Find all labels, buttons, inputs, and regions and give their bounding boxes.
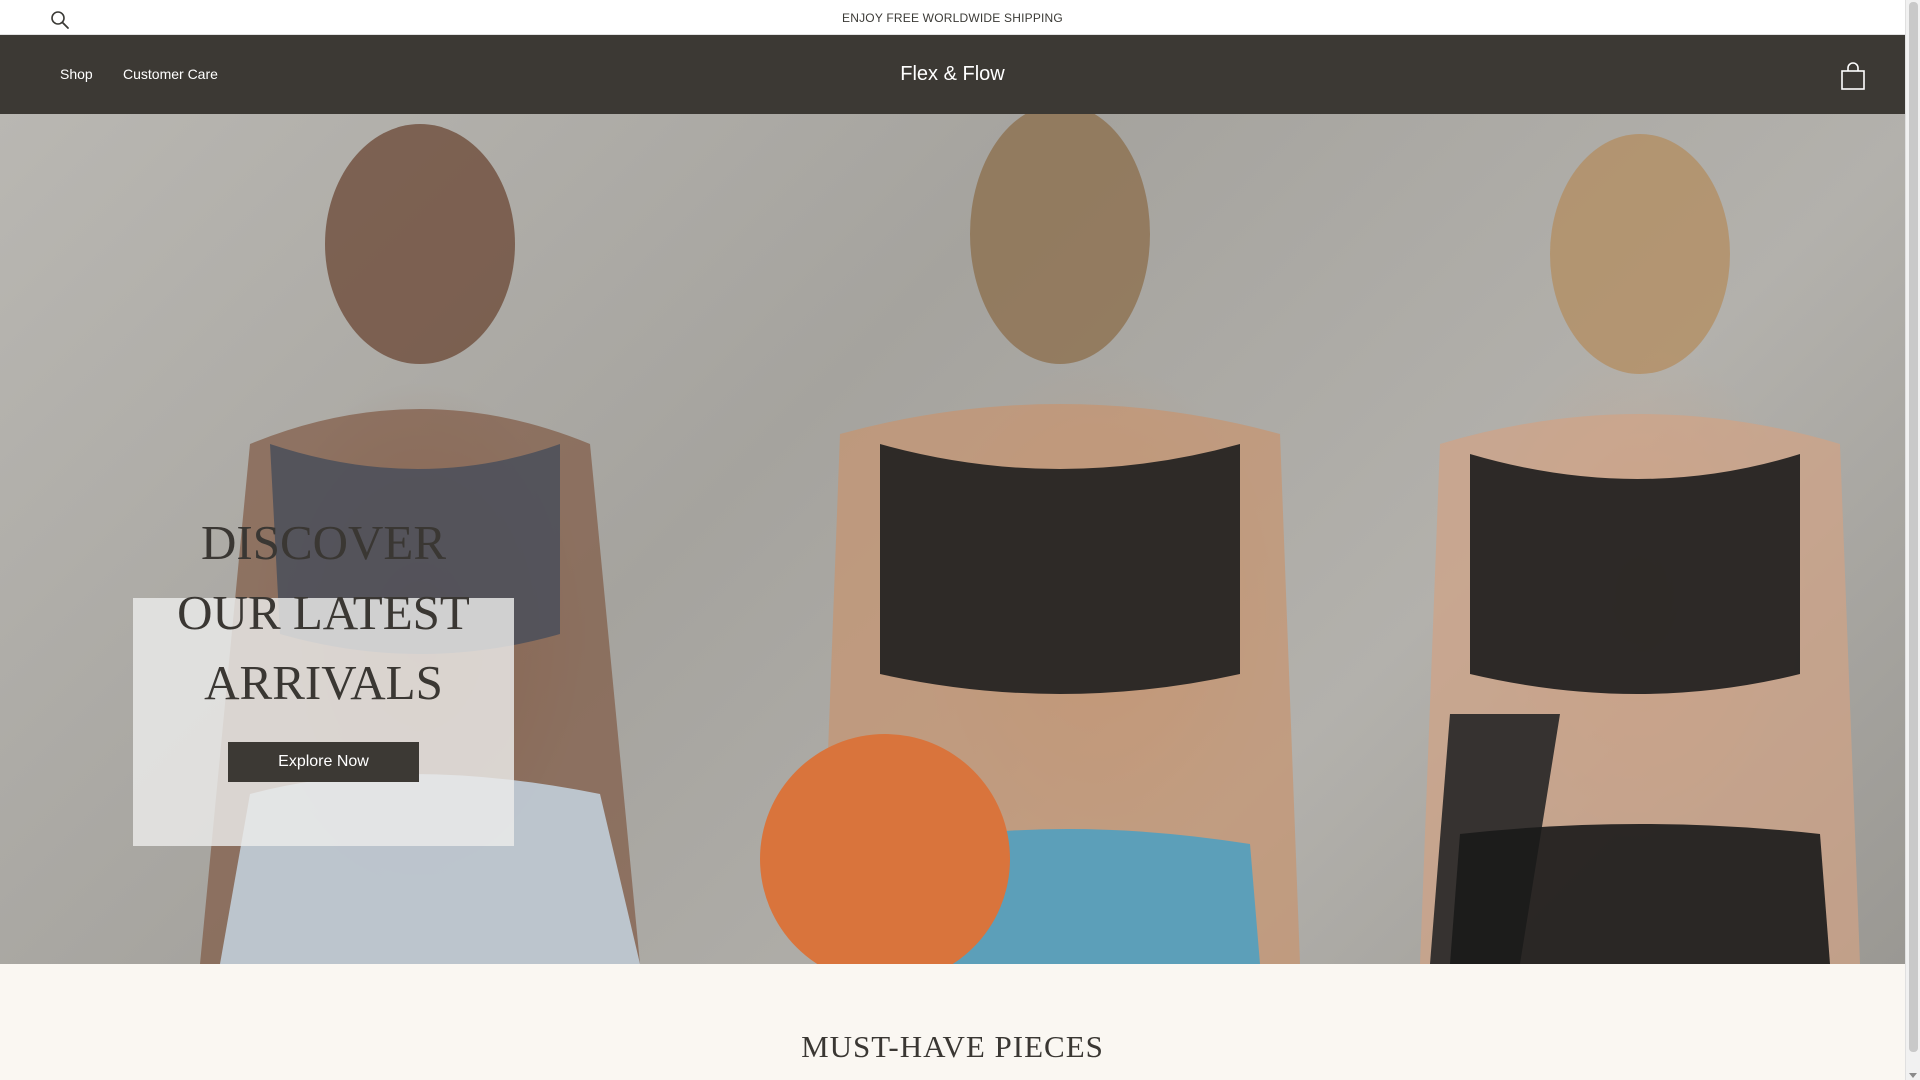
hero-headline-line-2: OUR LATEST <box>177 585 470 640</box>
section-title: MUST-HAVE PIECES <box>801 1029 1104 1064</box>
scroll-down-arrow-icon[interactable] <box>1909 1073 1917 1078</box>
brand-logo-text[interactable]: Flex & Flow <box>0 63 1905 86</box>
nav-item-customer-care[interactable]: Customer Care <box>123 66 218 82</box>
must-have-section: MUST-HAVE PIECES <box>0 964 1905 1080</box>
page-scrollbar[interactable] <box>1905 0 1920 1080</box>
explore-now-button[interactable]: Explore Now <box>228 742 419 782</box>
hero-headline-line-1: DISCOVER <box>200 515 447 570</box>
shipping-promo-text: ENJOY FREE WORLDWIDE SHIPPING <box>842 11 1063 25</box>
site-header: Shop Customer Care Flex & Flow <box>0 35 1905 114</box>
hero-headline: DISCOVER OUR LATEST ARRIVALS <box>133 508 514 718</box>
shopping-bag-icon[interactable] <box>1840 62 1866 90</box>
hero-headline-line-3: ARRIVALS <box>204 655 443 710</box>
announcement-bar: ENJOY FREE WORLDWIDE SHIPPING <box>0 0 1905 35</box>
scrollbar-thumb[interactable] <box>1909 2 1918 1052</box>
nav-item-shop[interactable]: Shop <box>60 66 93 82</box>
